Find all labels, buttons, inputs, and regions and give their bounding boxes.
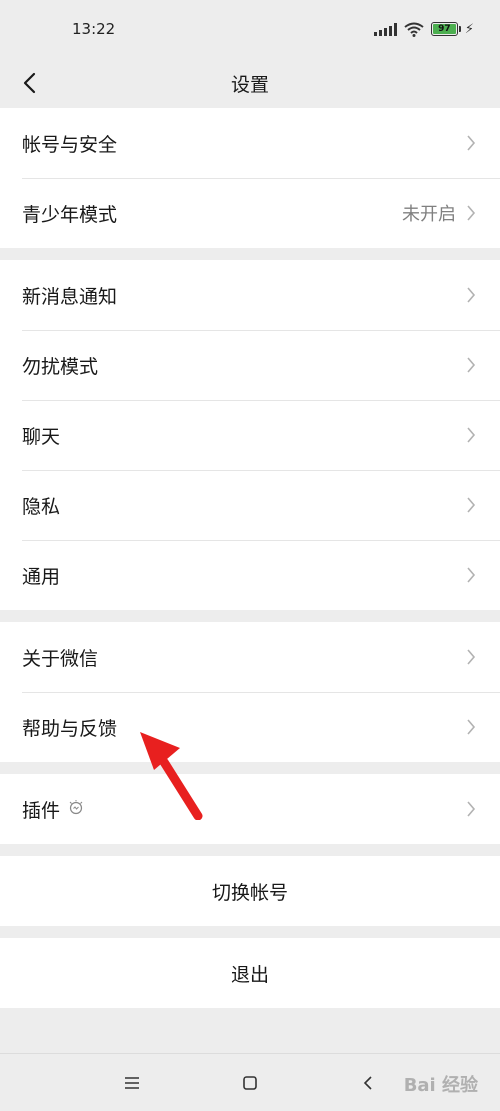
chevron-left-icon xyxy=(23,72,36,94)
battery-level: 97 xyxy=(432,24,456,34)
logout-label: 退出 xyxy=(230,963,269,986)
row-label: 帐号与安全 xyxy=(22,133,118,156)
row-label: 隐私 xyxy=(22,495,61,518)
row-label-wrap: 插件 xyxy=(22,796,466,823)
battery-icon: 97 xyxy=(430,22,461,36)
row-about-wechat[interactable]: 关于微信 xyxy=(0,622,500,692)
row-teen-mode[interactable]: 青少年模式 未开启 xyxy=(0,178,500,248)
chevron-right-icon xyxy=(466,356,478,374)
status-bar: 13:22 97 ⚡ xyxy=(0,0,500,58)
status-time: 13:22 xyxy=(72,20,116,38)
chevron-right-icon xyxy=(466,566,478,584)
back-button[interactable] xyxy=(14,68,44,98)
row-value: 未开启 xyxy=(402,204,456,225)
row-privacy[interactable]: 隐私 xyxy=(0,470,500,540)
row-do-not-disturb[interactable]: 勿扰模式 xyxy=(0,330,500,400)
chevron-right-icon xyxy=(466,718,478,736)
row-general[interactable]: 通用 xyxy=(0,540,500,610)
settings-group-about: 关于微信 帮助与反馈 xyxy=(0,622,500,762)
chevron-left-icon xyxy=(363,1075,372,1090)
home-square-icon xyxy=(243,1075,257,1090)
switch-account-button[interactable]: 切换帐号 xyxy=(0,856,500,926)
settings-group-account: 帐号与安全 青少年模式 未开启 xyxy=(0,108,500,248)
page-title: 设置 xyxy=(230,73,269,96)
row-notifications[interactable]: 新消息通知 xyxy=(0,260,500,330)
row-account-security[interactable]: 帐号与安全 xyxy=(0,108,500,178)
settings-group-plugins: 插件 xyxy=(0,774,500,844)
watermark: Bai 经验 xyxy=(403,1075,478,1096)
row-label: 通用 xyxy=(22,565,61,588)
row-label: 聊天 xyxy=(22,425,61,448)
chevron-right-icon xyxy=(466,204,478,222)
chevron-right-icon xyxy=(466,134,478,152)
status-icons: 97 ⚡ xyxy=(373,21,474,37)
row-label: 关于微信 xyxy=(22,647,99,670)
row-help-feedback[interactable]: 帮助与反馈 xyxy=(0,692,500,762)
row-label: 勿扰模式 xyxy=(22,355,99,378)
row-plugins[interactable]: 插件 xyxy=(0,774,500,844)
back-nav-button[interactable] xyxy=(354,1069,382,1097)
home-button[interactable] xyxy=(236,1069,264,1097)
switch-account-label: 切换帐号 xyxy=(211,881,288,904)
logout-button[interactable]: 退出 xyxy=(0,938,500,1008)
chevron-right-icon xyxy=(466,800,478,818)
chevron-right-icon xyxy=(466,426,478,444)
settings-group-general: 新消息通知 勿扰模式 聊天 隐私 通用 xyxy=(0,260,500,610)
row-label: 青少年模式 xyxy=(22,203,118,226)
row-label: 新消息通知 xyxy=(22,285,118,308)
chevron-right-icon xyxy=(466,496,478,514)
nav-bar: 设置 xyxy=(0,58,500,108)
chevron-right-icon xyxy=(466,286,478,304)
plugin-bulb-icon xyxy=(68,800,86,818)
row-chat[interactable]: 聊天 xyxy=(0,400,500,470)
signal-icon xyxy=(373,22,397,36)
menu-button[interactable] xyxy=(118,1069,146,1097)
charging-icon: ⚡ xyxy=(464,21,474,37)
chevron-right-icon xyxy=(466,648,478,666)
row-label: 帮助与反馈 xyxy=(22,717,118,740)
menu-icon xyxy=(125,1076,139,1089)
wifi-icon xyxy=(404,22,424,37)
row-label: 插件 xyxy=(22,799,61,822)
